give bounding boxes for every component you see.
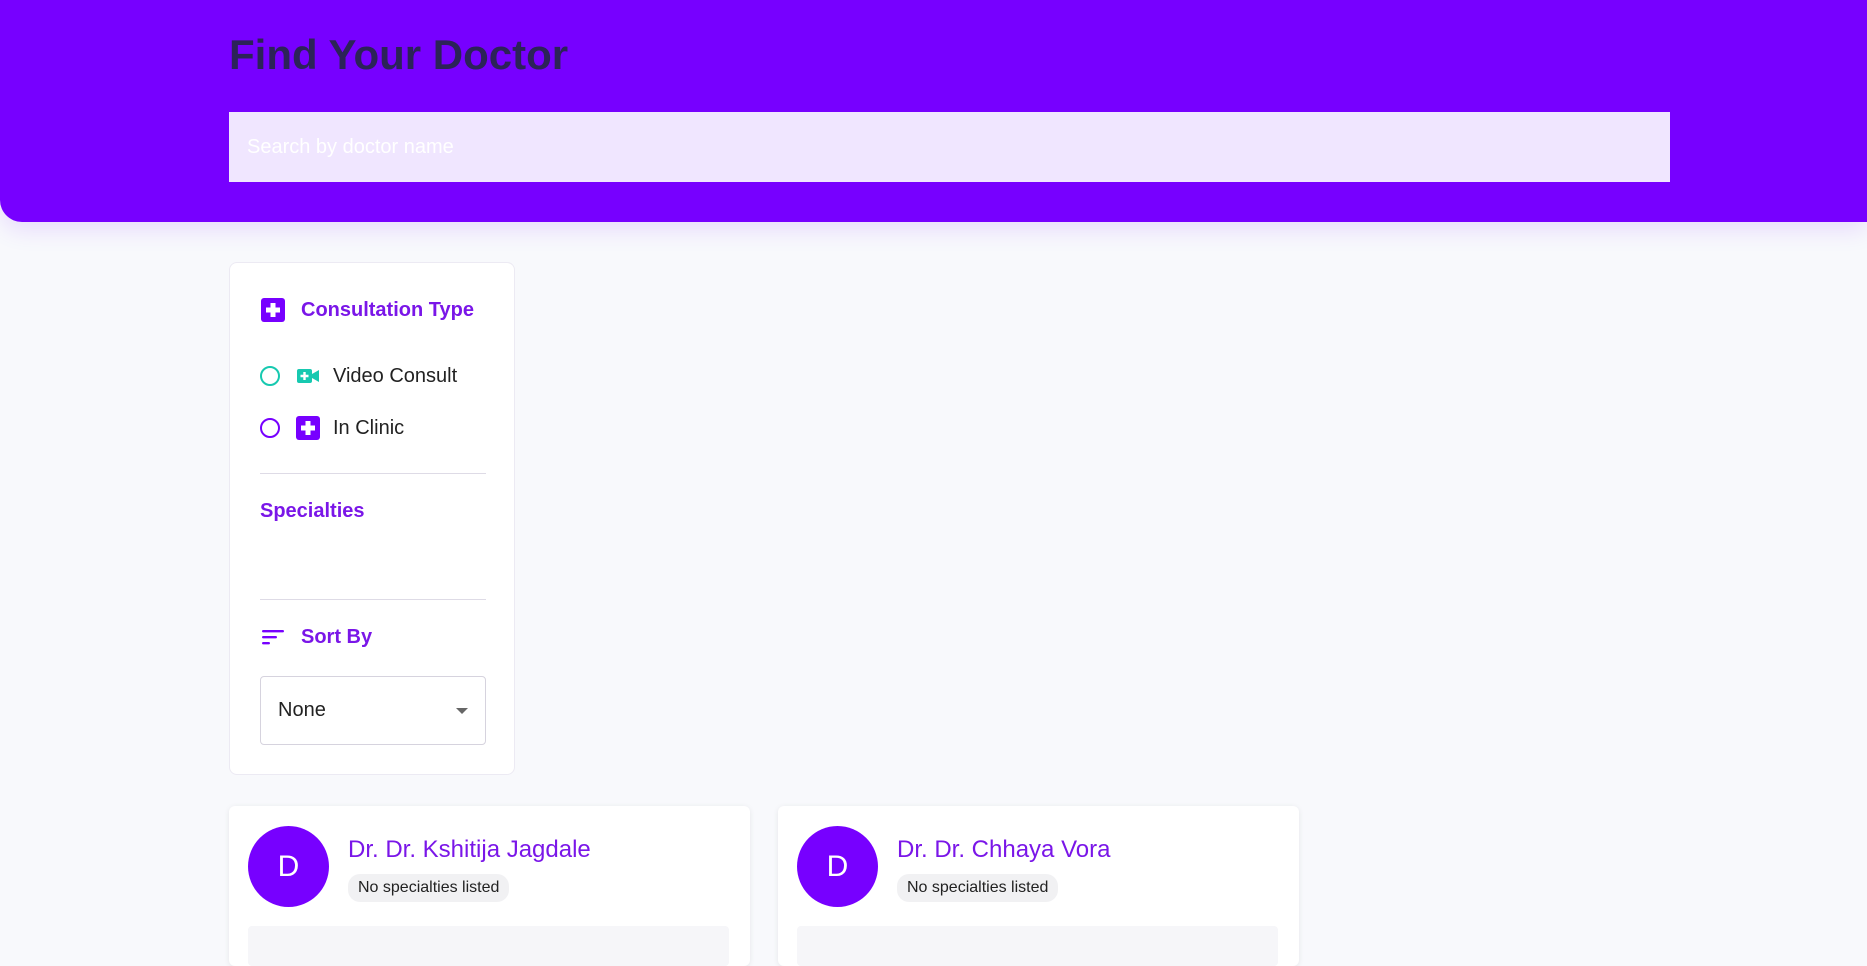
specialty-badge: No specialties listed bbox=[897, 874, 1059, 902]
page-title: Find Your Doctor bbox=[229, 31, 569, 78]
sort-by-heading: Sort By bbox=[261, 625, 372, 649]
specialty-badge: No specialties listed bbox=[348, 874, 510, 902]
avatar: D bbox=[797, 826, 878, 907]
in-clinic-radio[interactable] bbox=[260, 418, 280, 438]
filter-panel: Consultation Type Video Consult In Clini… bbox=[229, 262, 515, 775]
doctor-name[interactable]: Dr. Dr. Chhaya Vora bbox=[897, 836, 1110, 864]
divider bbox=[260, 473, 486, 474]
in-clinic-label: In Clinic bbox=[333, 416, 405, 439]
clinic-plus-icon bbox=[296, 416, 320, 440]
medical-plus-icon bbox=[261, 298, 285, 322]
search-input[interactable] bbox=[229, 112, 1670, 182]
consultation-type-heading: Consultation Type bbox=[261, 298, 474, 322]
option-video-consult[interactable]: Video Consult bbox=[260, 363, 457, 389]
card-details-section bbox=[248, 926, 729, 966]
option-in-clinic[interactable]: In Clinic bbox=[260, 415, 404, 441]
sort-select[interactable]: None bbox=[260, 676, 486, 745]
chevron-down-icon[interactable] bbox=[456, 707, 468, 714]
video-plus-icon bbox=[297, 369, 319, 383]
consultation-type-title: Consultation Type bbox=[301, 298, 474, 321]
sort-select-value: None bbox=[278, 699, 326, 721]
video-consult-label: Video Consult bbox=[333, 364, 458, 387]
card-details-section bbox=[797, 926, 1278, 966]
video-consult-radio[interactable] bbox=[260, 366, 280, 386]
sort-lines-icon bbox=[262, 630, 284, 645]
doctor-card[interactable]: D Dr. Dr. Kshitija Jagdale No specialtie… bbox=[229, 806, 750, 966]
avatar: D bbox=[248, 826, 329, 907]
doctor-name[interactable]: Dr. Dr. Kshitija Jagdale bbox=[348, 836, 591, 864]
doctor-card[interactable]: D Dr. Dr. Chhaya Vora No specialties lis… bbox=[778, 806, 1299, 966]
divider bbox=[260, 599, 486, 600]
sort-by-title: Sort By bbox=[301, 625, 373, 648]
header-banner: Find Your Doctor bbox=[0, 0, 1867, 222]
specialties-title: Specialties bbox=[260, 500, 365, 522]
